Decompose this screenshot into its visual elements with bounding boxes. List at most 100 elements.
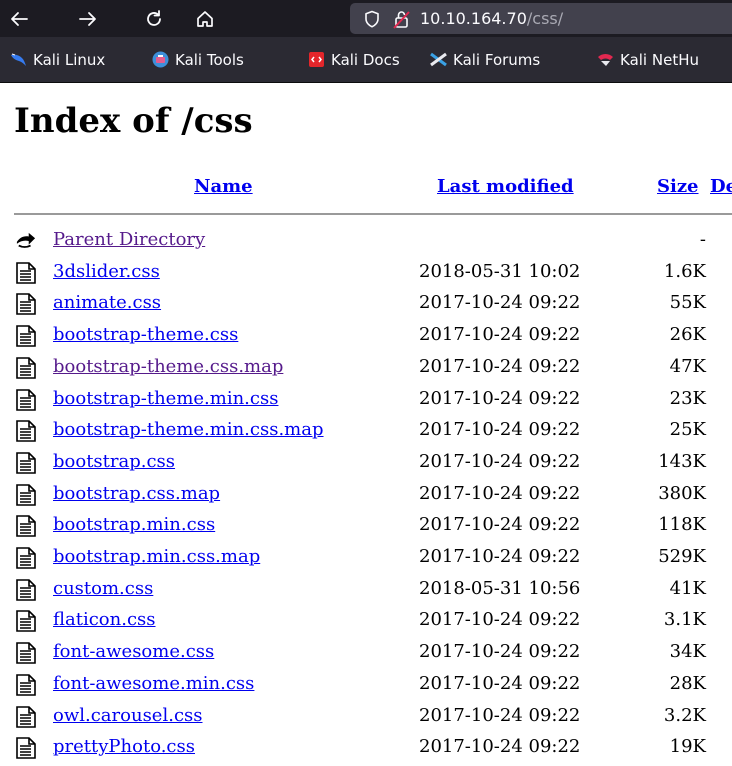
- file-size: 23K: [669, 387, 706, 409]
- file-size: 25K: [669, 419, 706, 441]
- bookmark-kali-forums[interactable]: Kali Forums: [430, 37, 540, 82]
- file-date: 2017-10-24 09:22: [419, 736, 581, 758]
- header-divider: [14, 213, 732, 215]
- home-button[interactable]: [188, 0, 222, 37]
- file-icon: [16, 515, 36, 538]
- column-header-size[interactable]: Size: [657, 176, 699, 198]
- table-row: prettyPhoto.css 2017-10-24 09:22 19K: [14, 734, 732, 765]
- back-button[interactable]: [2, 0, 36, 37]
- file-icon: [16, 673, 36, 696]
- file-link[interactable]: bootstrap-theme.css: [53, 324, 238, 346]
- table-row: flaticon.css 2017-10-24 09:22 3.1K: [14, 607, 732, 638]
- file-size: 118K: [658, 514, 706, 536]
- table-row: bootstrap-theme.min.css.map 2017-10-24 09…: [14, 417, 732, 448]
- file-icon: [16, 705, 36, 728]
- table-row: bootstrap.min.css 2017-10-24 09:22 118K: [14, 512, 732, 543]
- back-arrow-icon: [11, 11, 28, 26]
- file-link[interactable]: bootstrap.min.css: [53, 514, 215, 536]
- file-link[interactable]: font-awesome.css: [53, 641, 214, 663]
- table-row: Parent Directory -: [14, 227, 732, 258]
- url-host: 10.10.164.70: [420, 9, 527, 28]
- file-icon: [16, 293, 36, 316]
- file-link[interactable]: flaticon.css: [53, 609, 156, 631]
- file-date: 2017-10-24 09:22: [419, 514, 581, 536]
- url-bar[interactable]: 10.10.164.70/css/: [350, 3, 732, 34]
- file-date: 2017-10-24 09:22: [419, 609, 581, 631]
- column-header-name[interactable]: Name: [194, 176, 253, 198]
- parent-directory-link[interactable]: Parent Directory: [53, 229, 205, 251]
- table-row: custom.css 2018-05-31 10:56 41K: [14, 576, 732, 607]
- file-link[interactable]: bootstrap.css: [53, 451, 175, 473]
- file-link[interactable]: bootstrap-theme.min.css.map: [53, 419, 324, 441]
- file-icon: [16, 737, 36, 759]
- file-date: 2017-10-24 09:22: [419, 482, 581, 504]
- file-size: 529K: [658, 546, 706, 567]
- file-date: 2017-10-24 09:22: [419, 672, 581, 694]
- file-size: 3.1K: [663, 609, 706, 631]
- file-icon: [16, 356, 36, 379]
- page-title: Index of /css: [14, 101, 253, 141]
- column-header-last-modified[interactable]: Last modified: [437, 176, 574, 198]
- insecure-lock-icon[interactable]: [393, 9, 411, 29]
- file-size: 47K: [669, 355, 706, 377]
- file-link[interactable]: font-awesome.min.css: [53, 673, 254, 695]
- file-link[interactable]: bootstrap-theme.css.map: [53, 356, 283, 378]
- file-date: 2017-10-24 09:22: [419, 355, 581, 377]
- kali-docs-icon: [309, 52, 324, 67]
- file-link[interactable]: owl.carousel.css: [53, 705, 203, 727]
- bookmark-label: Kali NetHu: [620, 50, 699, 69]
- file-link[interactable]: bootstrap.css.map: [53, 483, 220, 505]
- bookmark-kali-docs[interactable]: Kali Docs: [308, 37, 400, 82]
- kali-nethunter-icon: [598, 54, 613, 66]
- file-size: 55K: [669, 292, 706, 314]
- file-size: 1.6K: [663, 260, 706, 282]
- bookmark-kali-tools[interactable]: Kali Tools: [152, 37, 244, 82]
- file-date: 2017-10-24 09:22: [419, 324, 581, 346]
- bookmark-label: Kali Linux: [33, 50, 106, 69]
- table-row: animate.css 2017-10-24 09:22 55K: [14, 290, 732, 321]
- file-icon: [16, 578, 36, 601]
- file-date: 2017-10-24 09:22: [419, 641, 581, 663]
- table-row: bootstrap-theme.css 2017-10-24 09:22 26K: [14, 322, 732, 353]
- reload-button[interactable]: [137, 0, 171, 37]
- file-date: 2017-10-24 09:22: [419, 546, 581, 567]
- file-icon: [16, 610, 36, 633]
- file-date: 2017-10-24 09:22: [419, 450, 581, 472]
- file-size: -: [699, 229, 706, 250]
- file-size: 380K: [658, 482, 706, 504]
- file-link[interactable]: custom.css: [53, 578, 153, 600]
- table-row: bootstrap.min.css.map 2017-10-24 09:22 529…: [14, 544, 732, 575]
- kali-forums-icon: [430, 52, 447, 67]
- table-row: owl.carousel.css 2017-10-24 09:22 3.2K: [14, 703, 732, 734]
- file-icon: [16, 325, 36, 347]
- file-size: 19K: [669, 736, 706, 758]
- column-header-description[interactable]: De: [710, 176, 732, 198]
- kali-tools-icon: [152, 51, 169, 68]
- table-row: bootstrap-theme.min.css 2017-10-24 09:22 2…: [14, 386, 732, 417]
- bookmark-kali-linux[interactable]: Kali Linux: [10, 37, 105, 82]
- file-icon: [16, 388, 36, 411]
- file-icon: [16, 642, 36, 664]
- file-icon: [16, 547, 36, 569]
- file-date: 2017-10-24 09:22: [419, 704, 581, 726]
- bookmark-label: Kali Forums: [453, 50, 541, 69]
- table-row: 3dslider.css 2018-05-31 10:02 1.6K: [14, 259, 732, 290]
- navigation-toolbar: 10.10.164.70/css/: [0, 0, 732, 37]
- file-link[interactable]: bootstrap.min.css.map: [53, 546, 260, 568]
- file-link[interactable]: animate.css: [53, 292, 161, 314]
- file-icon: [16, 261, 36, 284]
- bookmark-kali-nethunter[interactable]: Kali NetHu: [597, 37, 699, 82]
- file-link[interactable]: bootstrap-theme.min.css: [53, 388, 278, 410]
- file-date: 2018-05-31 10:56: [419, 577, 581, 599]
- shield-icon[interactable]: [364, 10, 380, 28]
- home-icon: [197, 10, 213, 27]
- file-size: 26K: [669, 324, 706, 346]
- forward-button[interactable]: [71, 0, 105, 37]
- table-row: font-awesome.min.css 2017-10-24 09:22 28K: [14, 671, 732, 702]
- url-text[interactable]: 10.10.164.70/css/: [420, 9, 563, 28]
- back-folder-icon: [16, 232, 36, 248]
- file-icon: [16, 420, 36, 442]
- table-row: bootstrap-theme.css.map 2017-10-24 09:22 4…: [14, 354, 732, 385]
- file-link[interactable]: prettyPhoto.css: [53, 736, 195, 758]
- file-link[interactable]: 3dslider.css: [53, 261, 160, 283]
